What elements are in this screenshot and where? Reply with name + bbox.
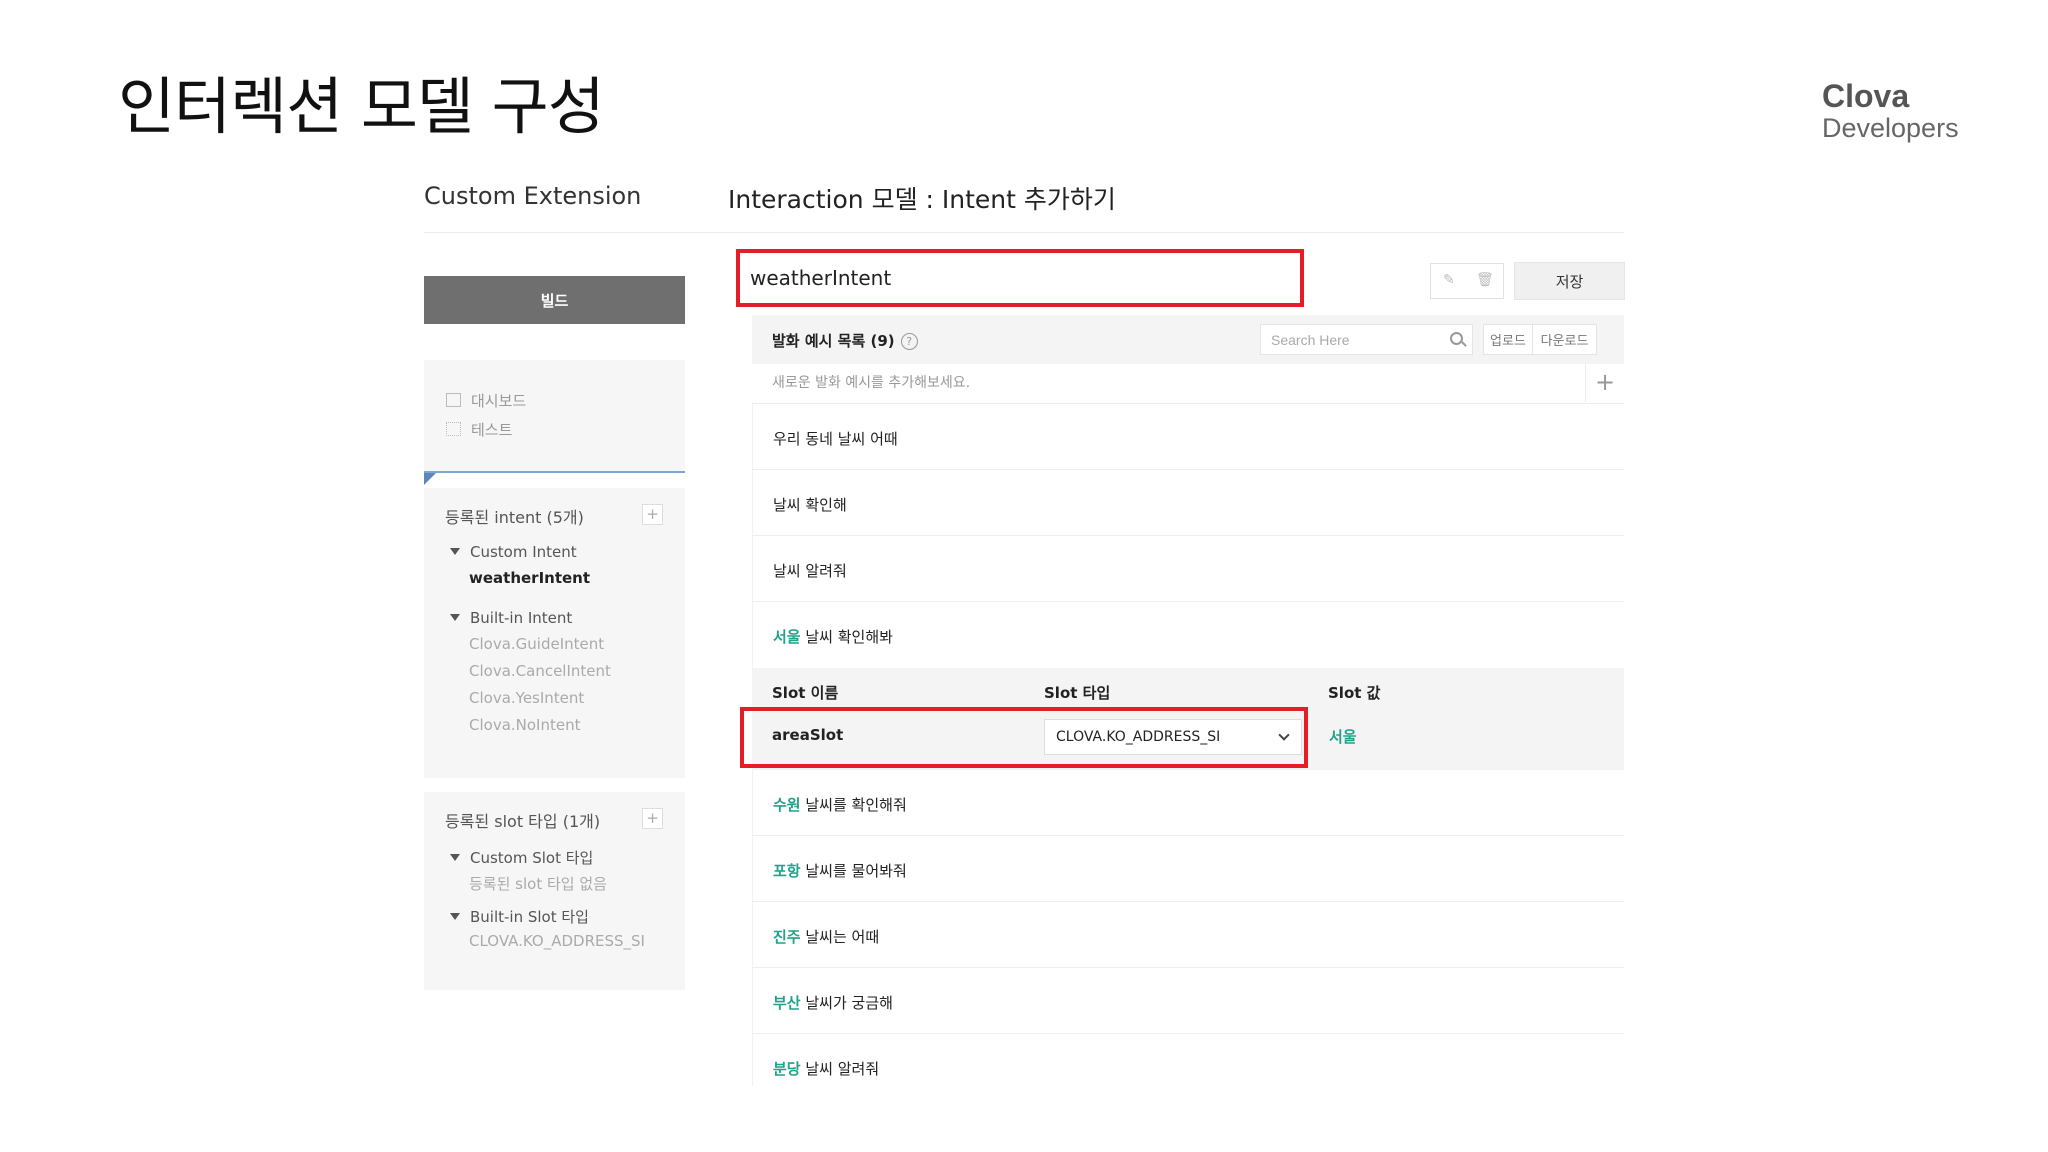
sidebar-item-label: 대시보드 xyxy=(471,392,527,410)
intent-actions: ✎ 🗑 xyxy=(1430,263,1504,299)
utterance-text: 서울 날씨 확인해봐 xyxy=(773,626,893,647)
group-label: Custom Slot 타입 xyxy=(470,849,594,867)
utterance-row[interactable]: 분당 날씨 알려줘 xyxy=(752,1034,1624,1086)
utterance-row[interactable]: 수원 날씨를 확인해줘 xyxy=(752,770,1624,836)
build-button[interactable]: 빌드 xyxy=(424,276,685,324)
utterance-rest: 날씨를 확인해줘 xyxy=(800,796,907,814)
intent-group-custom[interactable]: Custom Intent xyxy=(450,543,577,561)
search-box xyxy=(1260,324,1473,355)
utterance-rest: 날씨를 물어봐줘 xyxy=(800,862,907,880)
save-button[interactable]: 저장 xyxy=(1514,262,1625,300)
add-utterance-button[interactable]: + xyxy=(1585,364,1624,402)
new-utterance-row: + xyxy=(752,364,1624,404)
new-utterance-input[interactable] xyxy=(752,364,1582,402)
dashboard-icon xyxy=(446,393,461,407)
search-icon[interactable] xyxy=(1450,332,1463,345)
utterance-rest: 날씨가 궁금해 xyxy=(800,994,893,1012)
utterance-text: 우리 동네 날씨 어때 xyxy=(773,430,898,448)
slot-value-header: Slot 값 xyxy=(1328,684,1381,702)
intent-item-no[interactable]: Clova.NoIntent xyxy=(469,716,580,734)
utterance-text: 분당 날씨 알려줘 xyxy=(773,1058,879,1079)
slot-highlight-text: 서울 xyxy=(773,628,801,646)
slot-highlight-text: 수원 xyxy=(773,796,801,814)
slot-value-cell: 서울 xyxy=(1329,728,1357,746)
sidebar-item-label: 테스트 xyxy=(471,421,513,439)
clova-developers-logo: Clova Developers xyxy=(1822,80,1959,144)
slot-name-header: Slot 이름 xyxy=(772,684,839,702)
slot-highlight-text: 분당 xyxy=(773,1060,801,1078)
caret-down-icon xyxy=(450,548,460,555)
slot-type-item[interactable]: CLOVA.KO_ADDRESS_SI xyxy=(469,932,645,950)
utterance-row[interactable]: 우리 동네 날씨 어때 xyxy=(752,404,1624,470)
utterance-text: 포항 날씨를 물어봐줘 xyxy=(773,860,907,881)
slot-highlight-text: 부산 xyxy=(773,994,801,1012)
add-slot-type-button[interactable]: + xyxy=(642,808,663,829)
add-intent-button[interactable]: + xyxy=(642,504,663,525)
group-label: Built-in Intent xyxy=(470,609,573,627)
intent-list-title: 등록된 intent (5개) xyxy=(445,508,584,527)
caret-down-icon xyxy=(450,614,460,621)
slot-type-list-panel: 등록된 slot 타입 (1개) + Custom Slot 타입 등록된 sl… xyxy=(424,792,685,990)
utterance-rest: 날씨 알려줘 xyxy=(800,1060,880,1078)
utterance-text: 날씨 확인해 xyxy=(773,496,847,514)
utterance-text: 부산 날씨가 궁금해 xyxy=(773,992,893,1013)
trash-icon[interactable]: 🗑 xyxy=(1476,272,1494,288)
model-page-title: Interaction 모델 : Intent 추가하기 xyxy=(728,185,1116,214)
utterance-rest: 날씨 확인해봐 xyxy=(800,628,893,646)
slot-group-builtin[interactable]: Built-in Slot 타입 xyxy=(450,906,589,927)
caret-down-icon xyxy=(450,854,460,861)
utterance-text: 수원 날씨를 확인해줘 xyxy=(773,794,907,815)
slot-type-list-title: 등록된 slot 타입 (1개) xyxy=(445,812,601,831)
utterance-list-title: 발화 예시 목록 (9)? xyxy=(772,330,918,351)
slot-group-custom[interactable]: Custom Slot 타입 xyxy=(450,847,593,868)
nav-divider xyxy=(424,471,685,473)
slide-title: 인터렉션 모델 구성 xyxy=(118,70,605,143)
slot-type-header: Slot 타입 xyxy=(1044,684,1111,702)
nav-corner-marker xyxy=(424,473,436,485)
intent-group-builtin[interactable]: Built-in Intent xyxy=(450,609,572,627)
extension-label: Custom Extension xyxy=(424,182,642,210)
utterance-rest: 날씨는 어때 xyxy=(800,928,880,946)
search-input[interactable] xyxy=(1261,325,1461,354)
upload-button[interactable]: 업로드 xyxy=(1483,324,1533,355)
sidebar-item-dashboard[interactable]: 대시보드 xyxy=(446,390,526,411)
sidebar-nav: 대시보드 테스트 xyxy=(424,360,685,472)
list-icon xyxy=(446,422,461,436)
intent-item-weatherintent[interactable]: weatherIntent xyxy=(469,569,590,587)
utterance-count-label: 발화 예시 목록 (9) xyxy=(772,332,895,350)
header-divider xyxy=(424,232,1624,233)
utterance-row-selected[interactable]: 서울 날씨 확인해봐 xyxy=(752,602,1624,668)
intent-item-guide[interactable]: Clova.GuideIntent xyxy=(469,635,604,653)
logo-line-1: Clova xyxy=(1822,78,1910,114)
slot-type-empty-message: 등록된 slot 타입 없음 xyxy=(469,875,607,893)
intent-list-panel: 등록된 intent (5개) + Custom Intent weatherI… xyxy=(424,488,685,778)
utterance-text: 진주 날씨는 어때 xyxy=(773,926,879,947)
logo-line-2: Developers xyxy=(1822,113,1959,143)
caret-down-icon xyxy=(450,913,460,920)
utterance-row[interactable]: 부산 날씨가 궁금해 xyxy=(752,968,1624,1034)
utterance-row[interactable]: 포항 날씨를 물어봐줘 xyxy=(752,836,1624,902)
utterance-row[interactable]: 진주 날씨는 어때 xyxy=(752,902,1624,968)
help-icon[interactable]: ? xyxy=(900,333,918,350)
slot-highlight-box xyxy=(740,707,1308,768)
slot-highlight-text: 포항 xyxy=(773,862,801,880)
intent-name-field[interactable]: weatherIntent xyxy=(736,249,1304,307)
utterance-list-header: 발화 예시 목록 (9)? 업로드 다운로드 xyxy=(752,315,1624,364)
utterance-row[interactable]: 날씨 알려줘 xyxy=(752,536,1624,602)
pencil-icon[interactable]: ✎ xyxy=(1443,272,1455,288)
intent-item-yes[interactable]: Clova.YesIntent xyxy=(469,689,584,707)
group-label: Built-in Slot 타입 xyxy=(470,908,589,926)
utterance-text: 날씨 알려줘 xyxy=(773,562,847,580)
download-button[interactable]: 다운로드 xyxy=(1532,324,1597,355)
intent-item-cancel[interactable]: Clova.CancelIntent xyxy=(469,662,611,680)
group-label: Custom Intent xyxy=(470,543,577,561)
sidebar-item-test[interactable]: 테스트 xyxy=(446,419,512,440)
slot-highlight-text: 진주 xyxy=(773,928,801,946)
utterance-row[interactable]: 날씨 확인해 xyxy=(752,470,1624,536)
